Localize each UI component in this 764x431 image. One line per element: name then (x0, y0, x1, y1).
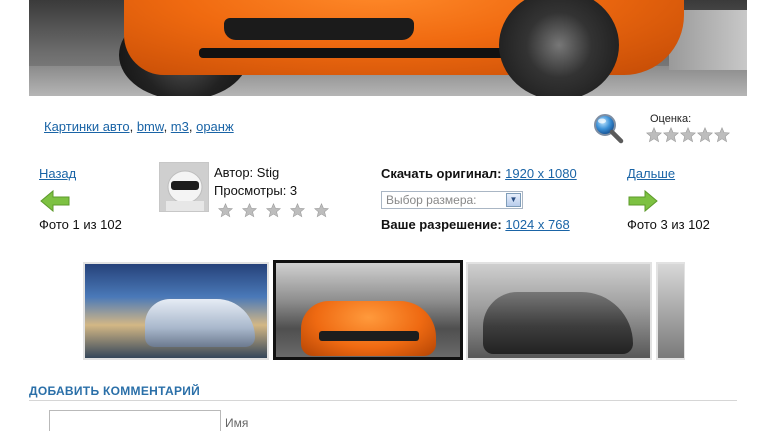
original-size-link[interactable]: 1920 x 1080 (505, 166, 577, 181)
magnifier-icon[interactable] (592, 112, 624, 144)
author-avatar[interactable] (159, 162, 209, 212)
name-input[interactable] (49, 410, 221, 431)
tag-links: Картинки авто, bmw, m3, оранж (44, 119, 234, 134)
dropdown-arrow-icon[interactable]: ▼ (506, 193, 521, 207)
star-icon[interactable] (714, 127, 730, 143)
previous-photo-count: Фото 1 из 102 (39, 217, 122, 232)
next-photo-count: Фото 3 из 102 (627, 217, 710, 232)
rating-label: Оценка: (650, 113, 692, 125)
thumbnail-4[interactable] (656, 262, 685, 360)
main-photo[interactable] (29, 0, 747, 96)
tag-link-bmw[interactable]: bmw (137, 119, 164, 134)
photo-car-splitter (199, 48, 529, 58)
thumbnail-car (483, 292, 633, 354)
nav-next: Дальше Фото 3 из 102 (627, 166, 737, 232)
author-info: Автор: Stig Просмотры: 3 (214, 164, 297, 200)
star-icon[interactable] (266, 203, 281, 218)
star-icon[interactable] (242, 203, 257, 218)
photo-car-grille (224, 18, 414, 40)
your-resolution: Ваше разрешение: 1024 x 768 (381, 217, 570, 232)
arrow-left-icon[interactable] (39, 189, 71, 213)
star-icon[interactable] (680, 127, 696, 143)
thumbnail-1[interactable] (83, 262, 269, 360)
add-comment-heading: ДОБАВИТЬ КОММЕНТАРИЙ (29, 384, 201, 398)
star-icon[interactable] (697, 127, 713, 143)
helmet-avatar-icon (160, 163, 208, 211)
tag-separator: , (188, 119, 197, 134)
size-select-placeholder: Выбор размера: (386, 193, 477, 207)
name-label: Имя (225, 416, 249, 430)
star-icon[interactable] (290, 203, 305, 218)
author-rating-stars[interactable] (218, 203, 329, 218)
tag-separator: , (129, 119, 137, 134)
download-label: Скачать оригинал: (381, 166, 502, 181)
tag-link-car-pictures[interactable]: Картинки авто (44, 119, 130, 134)
next-link[interactable]: Дальше (627, 166, 675, 181)
star-icon[interactable] (218, 203, 233, 218)
star-icon[interactable] (663, 127, 679, 143)
nav-previous: Назад Фото 1 из 102 (39, 166, 149, 232)
tag-separator: , (163, 119, 171, 134)
rating-stars[interactable] (646, 127, 730, 143)
resolution-label: Ваше разрешение: (381, 217, 502, 232)
comment-divider (29, 400, 737, 401)
photo-wheel-right (499, 0, 619, 96)
thumbnail-3[interactable] (466, 262, 652, 360)
tag-link-orange[interactable]: оранж (196, 119, 234, 134)
tag-link-m3[interactable]: m3 (171, 119, 189, 134)
thumbnail-car (145, 299, 255, 347)
thumbnail-car (301, 301, 436, 356)
arrow-right-icon[interactable] (627, 189, 659, 213)
star-icon[interactable] (314, 203, 329, 218)
thumbnail-2-active[interactable] (273, 260, 463, 360)
resolution-link[interactable]: 1024 x 768 (505, 217, 569, 232)
download-original: Скачать оригинал: 1920 x 1080 (381, 166, 577, 181)
size-select[interactable]: Выбор размера: ▼ (381, 191, 523, 209)
previous-link[interactable]: Назад (39, 166, 76, 181)
view-count: Просмотры: 3 (214, 183, 298, 198)
author-name: Автор: Stig (214, 165, 280, 180)
thumbnail-strip (83, 260, 685, 360)
star-icon[interactable] (646, 127, 662, 143)
